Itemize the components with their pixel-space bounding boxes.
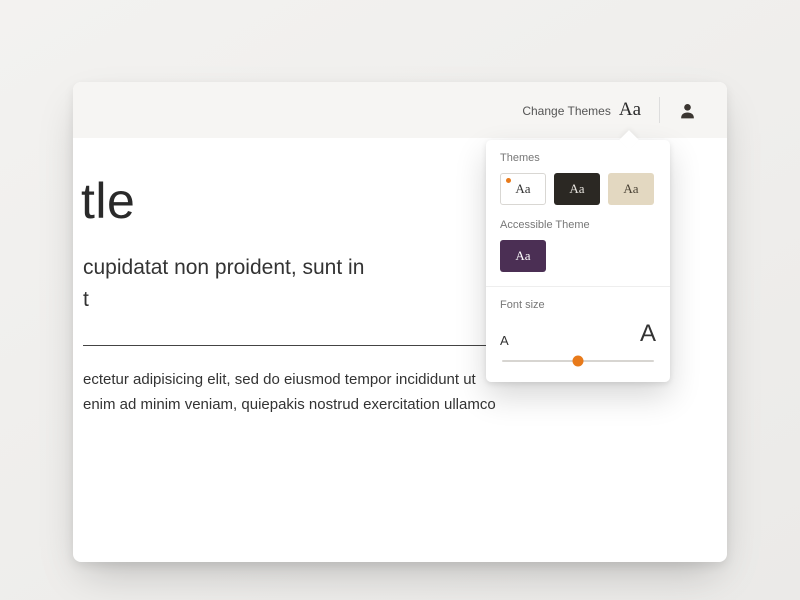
font-size-glyphs: A A xyxy=(500,320,656,348)
font-size-label: Font size xyxy=(500,299,656,311)
change-themes-label: Change Themes xyxy=(522,104,611,118)
theme-swatch-dark[interactable]: Aa xyxy=(554,173,600,205)
themes-popover: Themes Aa Aa Aa Accessible Theme Aa Font… xyxy=(486,140,670,382)
aa-icon: Aa xyxy=(619,99,641,121)
accessible-label: Accessible Theme xyxy=(500,219,656,231)
toolbar-divider xyxy=(659,97,660,123)
font-size-section: Font size A A xyxy=(486,287,670,382)
lede-text: cupidatat non proident, sunt in t xyxy=(73,252,493,315)
themes-label: Themes xyxy=(500,152,656,164)
change-themes-button[interactable]: Change Themes Aa xyxy=(522,99,641,121)
theme-swatch-sepia[interactable]: Aa xyxy=(608,173,654,205)
theme-swatch-light[interactable]: Aa xyxy=(500,173,546,205)
size-large-icon: A xyxy=(640,320,656,348)
slider-thumb[interactable] xyxy=(573,356,584,367)
size-small-icon: A xyxy=(500,333,509,348)
divider xyxy=(83,345,523,346)
themes-section: Themes Aa Aa Aa Accessible Theme Aa xyxy=(486,140,670,286)
theme-swatch-accessible[interactable]: Aa xyxy=(500,240,546,272)
themes-swatches: Aa Aa Aa xyxy=(500,173,656,205)
accessible-swatches: Aa xyxy=(500,240,656,272)
font-size-slider[interactable] xyxy=(502,354,654,368)
active-dot-icon xyxy=(506,178,511,183)
user-icon[interactable] xyxy=(678,101,697,120)
